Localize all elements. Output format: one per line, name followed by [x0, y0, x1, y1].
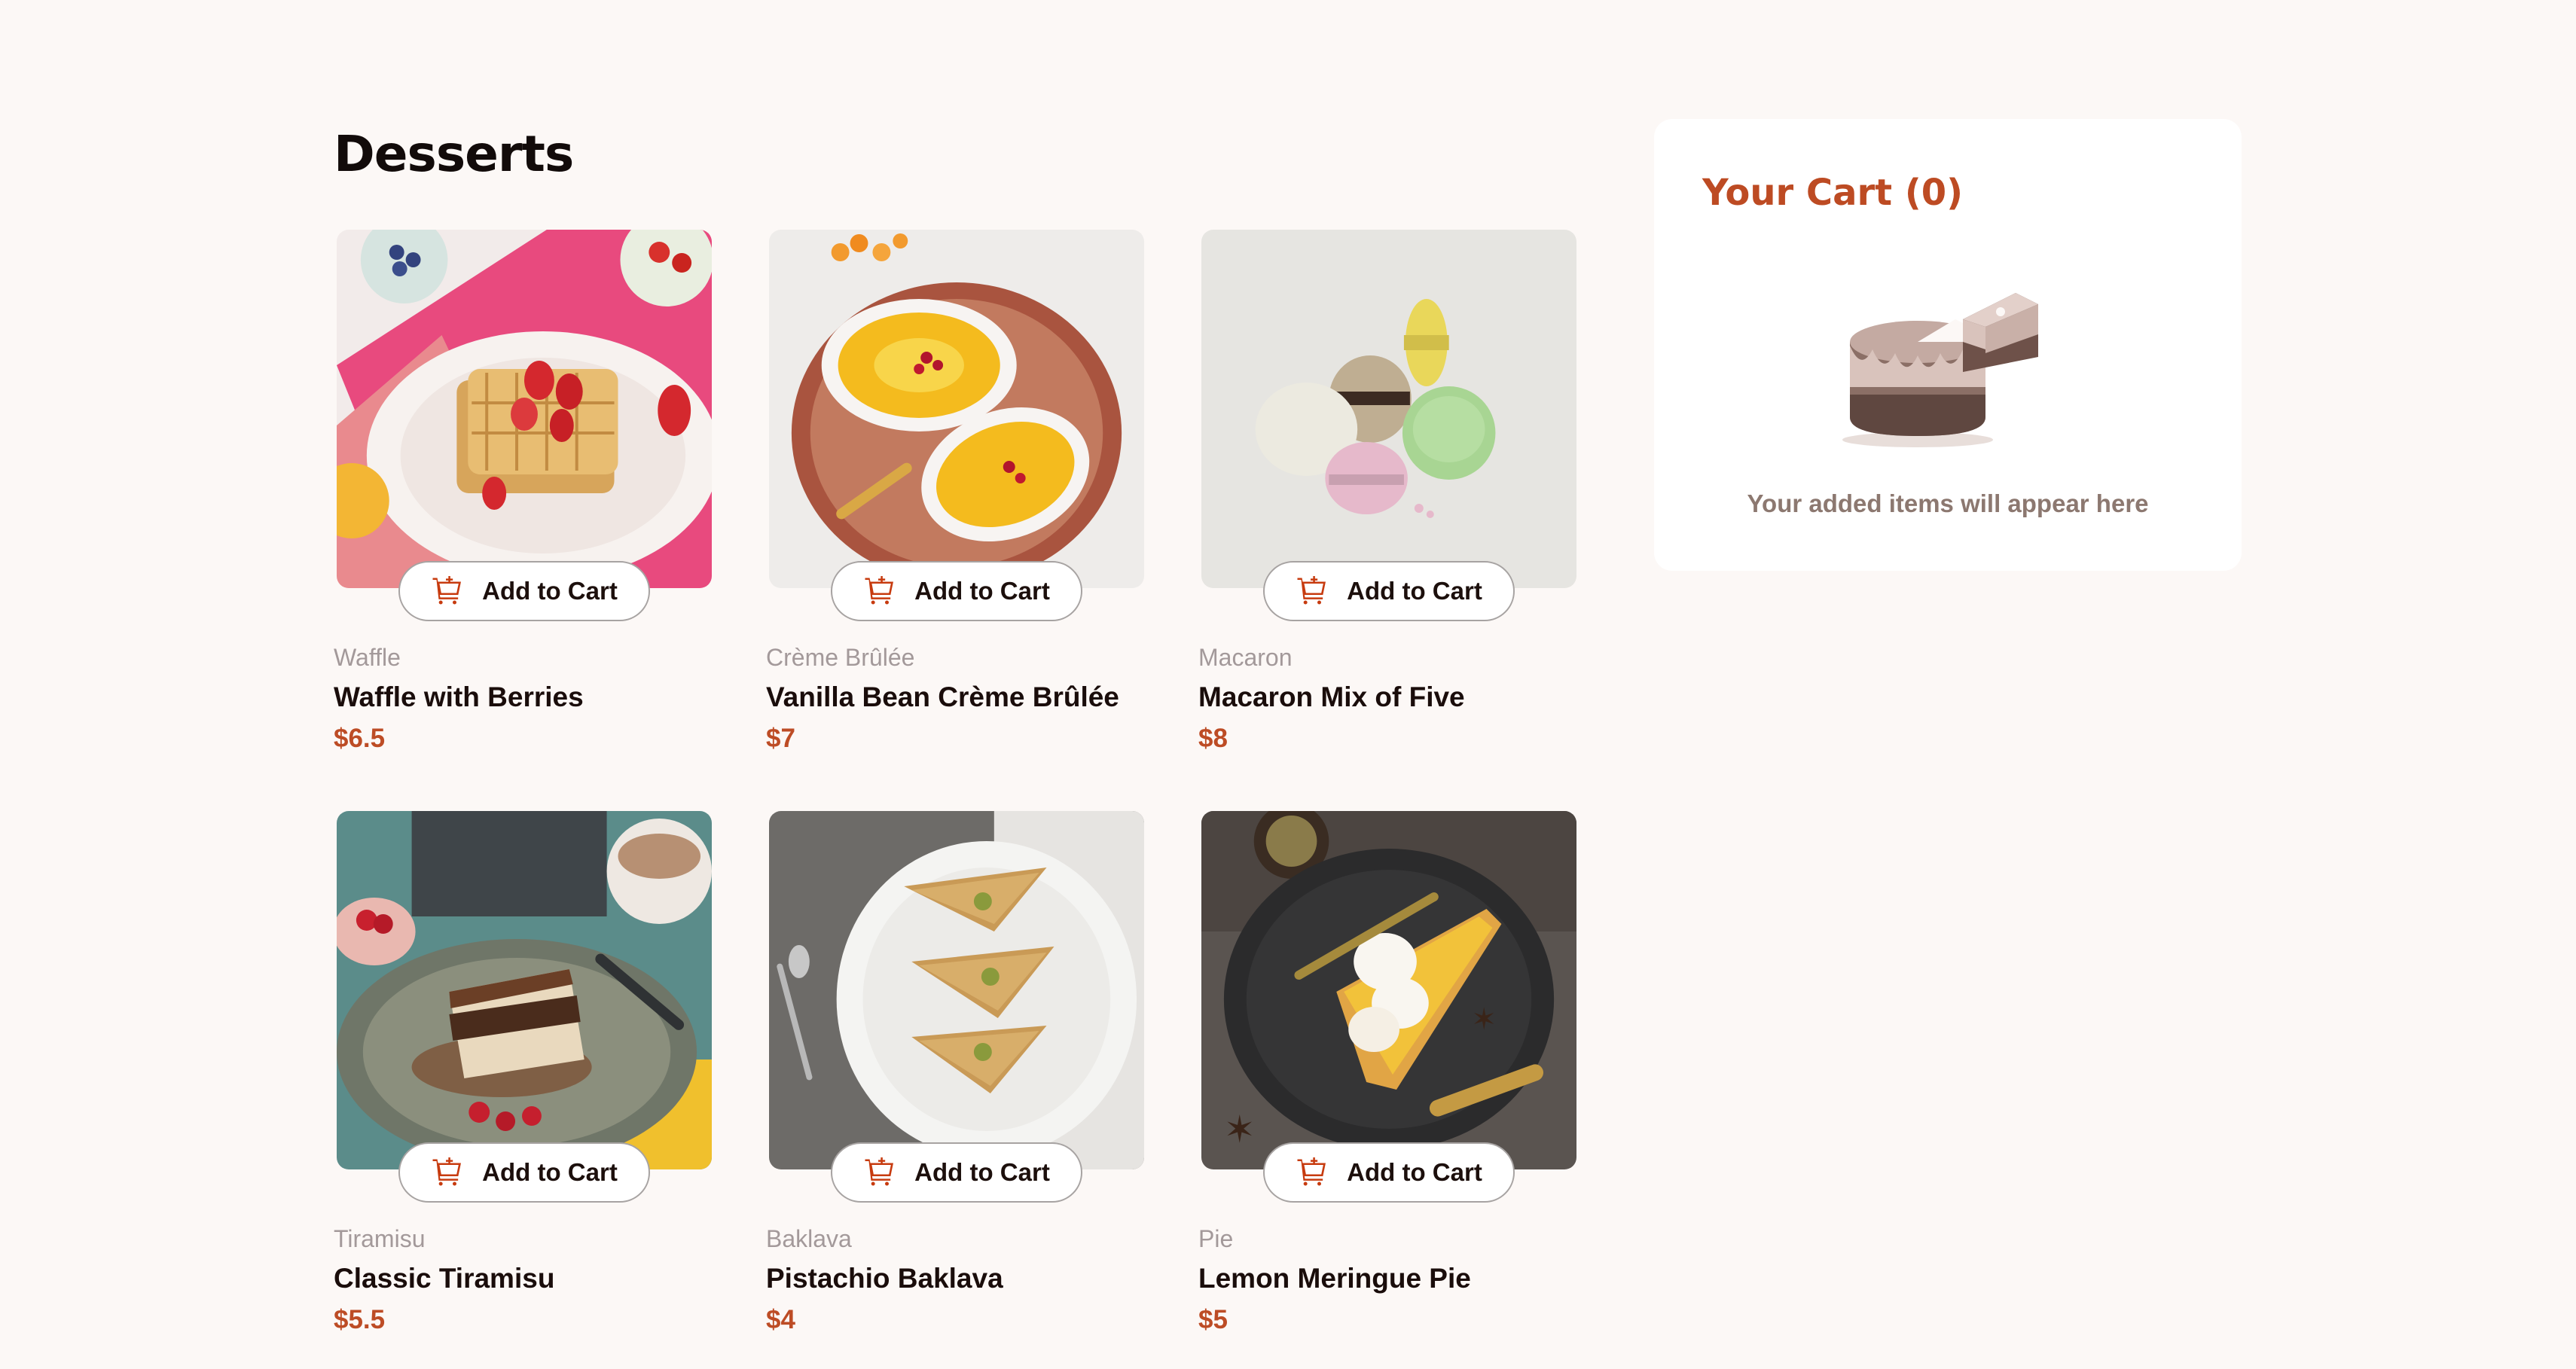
- empty-cake-illustration: [1842, 293, 2038, 447]
- add-to-cart-button[interactable]: Add to Cart: [398, 1142, 650, 1203]
- product-image-tiramisu: [337, 811, 712, 1169]
- product-category: Tiramisu: [334, 1225, 426, 1252]
- add-to-cart-button[interactable]: Add to Cart: [1263, 561, 1515, 621]
- add-to-cart-button[interactable]: Add to Cart: [831, 1142, 1082, 1203]
- product-image-creme-brulee: [769, 230, 1144, 588]
- add-to-cart-icon: [432, 1157, 462, 1186]
- product-price: $6.5: [334, 724, 386, 753]
- product-image-pie: ✶ ✶: [1201, 811, 1576, 1169]
- add-to-cart-button[interactable]: Add to Cart: [398, 561, 650, 621]
- product-price: $7: [766, 724, 795, 753]
- add-to-cart-icon: [865, 1157, 894, 1186]
- product-price: $5: [1198, 1305, 1228, 1334]
- product-price: $5.5: [334, 1305, 386, 1334]
- add-to-cart-icon: [1297, 1157, 1326, 1186]
- product-price: $8: [1198, 724, 1228, 753]
- product-name: Classic Tiramisu: [334, 1263, 555, 1294]
- svg-text:✶: ✶: [1224, 1108, 1256, 1151]
- product-category: Waffle: [334, 644, 401, 671]
- product-card: Add to Cart Macaron Macaron Mix of Five …: [1198, 230, 1576, 757]
- add-to-cart-icon: [432, 576, 462, 605]
- svg-text:✶: ✶: [1472, 1002, 1497, 1037]
- product-price: $4: [766, 1305, 795, 1334]
- add-to-cart-label: Add to Cart: [1347, 577, 1482, 605]
- product-card: Add to Cart Crème Brûlée Vanilla Bean Cr…: [766, 230, 1144, 757]
- product-card: Add to Cart Tiramisu Classic Tiramisu $5…: [334, 811, 712, 1338]
- add-to-cart-icon: [865, 576, 894, 605]
- product-name: Waffle with Berries: [334, 681, 584, 712]
- product-image-macaron: [1201, 230, 1576, 588]
- add-to-cart-icon: [1297, 576, 1326, 605]
- page-title: Desserts: [334, 125, 574, 183]
- cart-panel: Your Cart (0) Your added items will appe…: [1654, 119, 2242, 571]
- product-name: Vanilla Bean Crème Brûlée: [766, 681, 1119, 712]
- add-to-cart-button[interactable]: Add to Cart: [1263, 1142, 1515, 1203]
- product-card: ✶ ✶ Add to Cart Pie Lemon Meringue Pie $…: [1198, 811, 1576, 1338]
- product-image-baklava: [769, 811, 1144, 1169]
- product-category: Baklava: [766, 1225, 852, 1252]
- add-to-cart-button[interactable]: Add to Cart: [831, 561, 1082, 621]
- cart-empty-message: Your added items will appear here: [1747, 489, 2149, 517]
- product-category: Macaron: [1198, 644, 1293, 671]
- cart-title: Your Cart (0): [1702, 172, 1964, 214]
- product-card: Add to Cart Baklava Pistachio Baklava $4: [766, 811, 1144, 1338]
- product-image-waffle: [337, 230, 712, 588]
- add-to-cart-label: Add to Cart: [1347, 1158, 1482, 1186]
- product-card: Add to Cart Waffle Waffle with Berries $…: [334, 230, 712, 757]
- add-to-cart-label: Add to Cart: [914, 577, 1050, 605]
- product-name: Macaron Mix of Five: [1198, 681, 1465, 712]
- product-category: Crème Brûlée: [766, 644, 915, 671]
- add-to-cart-label: Add to Cart: [482, 1158, 618, 1186]
- product-name: Lemon Meringue Pie: [1198, 1263, 1471, 1294]
- product-name: Pistachio Baklava: [766, 1263, 1003, 1294]
- add-to-cart-label: Add to Cart: [914, 1158, 1050, 1186]
- add-to-cart-label: Add to Cart: [482, 577, 618, 605]
- product-category: Pie: [1198, 1225, 1234, 1252]
